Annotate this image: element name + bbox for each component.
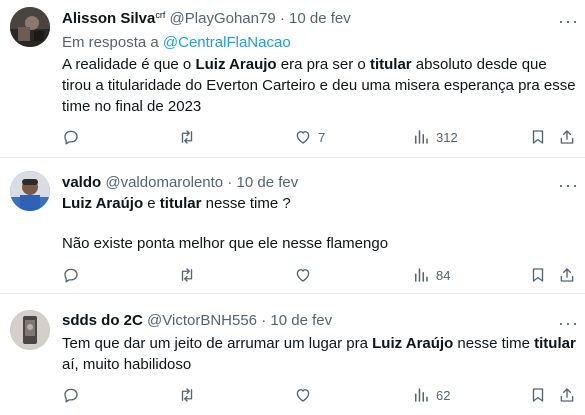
more-options-icon[interactable]: ··· [558, 12, 579, 30]
reply-button[interactable] [62, 127, 80, 147]
more-options-icon[interactable]: ··· [558, 176, 579, 194]
bookmark-button[interactable] [529, 385, 547, 405]
bookmark-icon [532, 130, 544, 144]
post-header: valdo @valdomarolento · 10 de fev [62, 173, 298, 193]
post-date[interactable]: 10 de fev [289, 10, 351, 27]
views-icon [415, 268, 428, 282]
view-count: 312 [436, 129, 458, 145]
post-actions: 84 [62, 265, 576, 285]
share-button[interactable] [558, 265, 576, 285]
user-handle[interactable]: @PlayGohan79 [170, 10, 276, 27]
views-icon [415, 130, 428, 144]
share-button[interactable] [558, 385, 576, 405]
like-icon [296, 131, 310, 144]
repost-icon [181, 268, 193, 282]
views-button[interactable]: 312 [412, 127, 458, 147]
display-name[interactable]: valdo [62, 174, 101, 191]
separator-dot: · [227, 174, 233, 191]
share-button[interactable] [558, 127, 576, 147]
post-header: Alisson Silvacrf @PlayGohan79 · 10 de fe… [62, 9, 351, 29]
more-options-icon[interactable]: ··· [558, 314, 579, 332]
reply-prefix: Em resposta a [62, 34, 159, 51]
share-icon [560, 388, 574, 402]
view-count: 84 [436, 267, 451, 283]
like-button[interactable] [294, 265, 312, 285]
bookmark-button[interactable] [529, 127, 547, 147]
user-handle[interactable]: @valdomarolento [105, 174, 223, 191]
like-icon [296, 269, 310, 282]
bookmark-icon [532, 268, 544, 282]
post-text-paragraph: Não existe ponta melhor que ele nesse fl… [62, 235, 389, 252]
user-handle[interactable]: @VictorBNH556 [147, 312, 257, 329]
like-button[interactable]: 7 [294, 127, 325, 147]
avatar[interactable] [10, 7, 50, 47]
reply-post[interactable]: sdds do 2C @VictorBNH556 · 10 de fev ···… [0, 294, 585, 415]
view-count: 62 [436, 387, 451, 403]
repost-button[interactable] [178, 127, 196, 147]
repost-icon [181, 130, 193, 144]
display-name[interactable]: sdds do 2C [62, 312, 143, 329]
bookmark-button[interactable] [529, 265, 547, 285]
share-icon [560, 268, 574, 282]
reply-icon [64, 388, 78, 403]
post-date[interactable]: 10 de fev [270, 312, 332, 329]
views-icon [415, 388, 428, 402]
avatar[interactable] [10, 310, 50, 350]
views-button[interactable]: 84 [412, 265, 450, 285]
like-button[interactable] [294, 385, 312, 405]
reply-button[interactable] [62, 385, 80, 405]
reply-post[interactable]: valdo @valdomarolento · 10 de fev ··· Lu… [0, 158, 585, 294]
like-count: 7 [318, 129, 326, 145]
reply-context: Em resposta a @CentralFlaNacao [62, 33, 291, 53]
reply-icon [64, 130, 78, 145]
repost-button[interactable] [178, 385, 196, 405]
display-name[interactable]: Alisson Silvacrf [62, 10, 165, 27]
like-icon [296, 389, 310, 402]
post-date[interactable]: 10 de fev [237, 174, 299, 191]
share-icon [560, 130, 574, 144]
views-button[interactable]: 62 [412, 385, 450, 405]
post-actions: 62 [62, 385, 576, 405]
bookmark-icon [532, 388, 544, 402]
post-actions: 7 312 [62, 127, 576, 147]
post-text: Tem que dar um jeito de arrumar um lugar… [62, 335, 576, 373]
reply-post[interactable]: Alisson Silvacrf @PlayGohan79 · 10 de fe… [0, 0, 585, 158]
post-header: sdds do 2C @VictorBNH556 · 10 de fev [62, 311, 332, 331]
separator-dot: · [279, 10, 285, 27]
avatar[interactable] [10, 171, 50, 211]
reply-to-link[interactable]: @CentralFlaNacao [163, 34, 291, 51]
repost-button[interactable] [178, 265, 196, 285]
repost-icon [181, 388, 193, 402]
post-text: Luiz Araújo e titular nesse time ? [62, 195, 291, 212]
post-text: A realidade é que o Luiz Araujo era pra … [62, 56, 576, 115]
separator-dot: · [261, 312, 267, 329]
name-superscript: crf [155, 10, 166, 20]
reply-button[interactable] [62, 265, 80, 285]
reply-icon [64, 268, 78, 283]
